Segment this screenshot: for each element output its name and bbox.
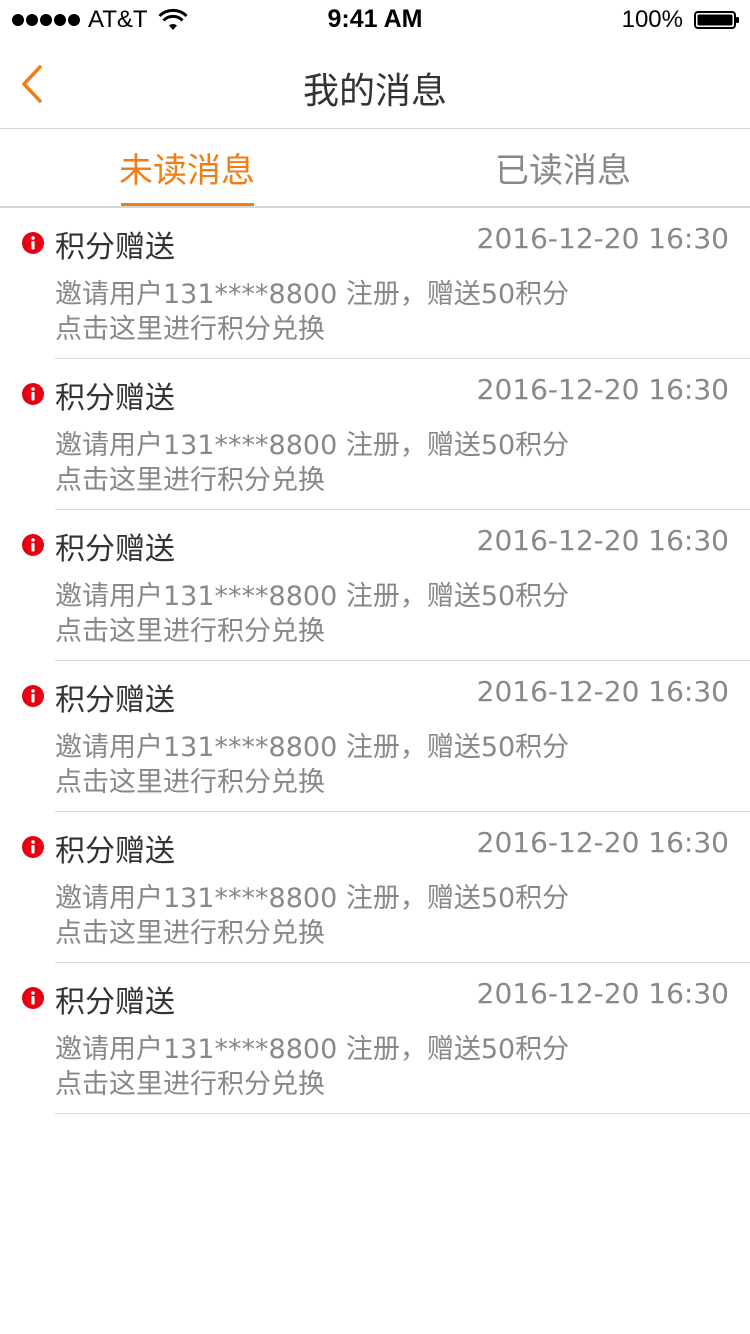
message-title: 积分赠送 bbox=[55, 985, 175, 1020]
tab-unread[interactable]: 未读消息 bbox=[0, 129, 375, 206]
list-item[interactable]: 积分赠送 2016-12-20 16:30 邀请用户131****8800 注册… bbox=[0, 208, 750, 359]
message-redeem-link[interactable]: 点击这里进行积分兑换 bbox=[55, 609, 325, 648]
list-item[interactable]: 积分赠送 2016-12-20 16:30 邀请用户131****8800 注册… bbox=[0, 963, 750, 1114]
tab-read[interactable]: 已读消息 bbox=[375, 129, 750, 206]
tab-unread-label: 未读消息 bbox=[119, 151, 255, 191]
status-bar: AT&T 9:41 AM 100% bbox=[0, 0, 750, 40]
unread-info-icon bbox=[22, 534, 44, 556]
tab-read-label: 已读消息 bbox=[495, 151, 631, 191]
message-timestamp: 2016-12-20 16:30 bbox=[476, 222, 729, 255]
navigation-bar: 我的消息 bbox=[0, 40, 750, 129]
message-redeem-link[interactable]: 点击这里进行积分兑换 bbox=[55, 458, 325, 497]
list-item[interactable]: 积分赠送 2016-12-20 16:30 邀请用户131****8800 注册… bbox=[0, 510, 750, 661]
message-timestamp: 2016-12-20 16:30 bbox=[476, 826, 729, 859]
message-body: 邀请用户131****8800 注册，赠送50积分 bbox=[55, 430, 570, 461]
message-timestamp: 2016-12-20 16:30 bbox=[476, 524, 729, 557]
message-body: 邀请用户131****8800 注册，赠送50积分 bbox=[55, 732, 570, 763]
unread-info-icon bbox=[22, 685, 44, 707]
message-title: 积分赠送 bbox=[55, 381, 175, 416]
message-list: 积分赠送 2016-12-20 16:30 邀请用户131****8800 注册… bbox=[0, 208, 750, 1114]
message-title: 积分赠送 bbox=[55, 834, 175, 869]
message-timestamp: 2016-12-20 16:30 bbox=[476, 675, 729, 708]
message-redeem-link[interactable]: 点击这里进行积分兑换 bbox=[55, 1062, 325, 1101]
message-title: 积分赠送 bbox=[55, 532, 175, 567]
message-body: 邀请用户131****8800 注册，赠送50积分 bbox=[55, 581, 570, 612]
message-body: 邀请用户131****8800 注册，赠送50积分 bbox=[55, 1034, 570, 1065]
message-body: 邀请用户131****8800 注册，赠送50积分 bbox=[55, 279, 570, 310]
message-timestamp: 2016-12-20 16:30 bbox=[476, 373, 729, 406]
battery-percentage: 100% bbox=[621, 6, 683, 33]
message-redeem-link[interactable]: 点击这里进行积分兑换 bbox=[55, 760, 325, 799]
list-item[interactable]: 积分赠送 2016-12-20 16:30 邀请用户131****8800 注册… bbox=[0, 812, 750, 963]
message-timestamp: 2016-12-20 16:30 bbox=[476, 977, 729, 1010]
list-item[interactable]: 积分赠送 2016-12-20 16:30 邀请用户131****8800 注册… bbox=[0, 661, 750, 812]
message-body: 邀请用户131****8800 注册，赠送50积分 bbox=[55, 883, 570, 914]
message-redeem-link[interactable]: 点击这里进行积分兑换 bbox=[55, 911, 325, 950]
list-item[interactable]: 积分赠送 2016-12-20 16:30 邀请用户131****8800 注册… bbox=[0, 359, 750, 510]
page-title: 我的消息 bbox=[302, 71, 447, 112]
active-tab-indicator bbox=[121, 203, 254, 206]
message-redeem-link[interactable]: 点击这里进行积分兑换 bbox=[55, 307, 325, 346]
message-title: 积分赠送 bbox=[55, 230, 175, 265]
unread-info-icon bbox=[22, 836, 44, 858]
divider bbox=[55, 1113, 750, 1114]
unread-info-icon bbox=[22, 232, 44, 254]
battery-icon bbox=[694, 11, 739, 29]
message-title: 积分赠送 bbox=[55, 683, 175, 718]
unread-info-icon bbox=[22, 987, 44, 1009]
tab-bar: 未读消息 已读消息 bbox=[0, 129, 750, 208]
unread-info-icon bbox=[22, 383, 44, 405]
